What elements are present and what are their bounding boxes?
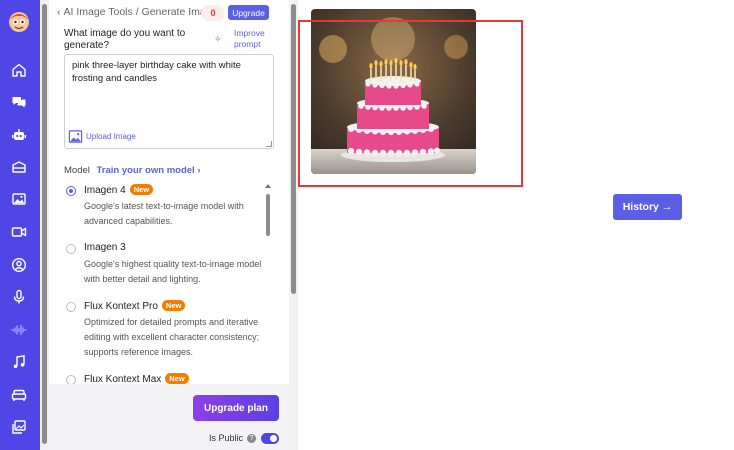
waveform-icon[interactable] — [10, 321, 28, 339]
model-name: Flux Kontext Max — [84, 374, 162, 384]
upload-image-icon — [68, 130, 83, 143]
history-button[interactable]: History → — [613, 194, 682, 220]
breadcrumb-separator: / — [135, 6, 139, 18]
is-public-toggle[interactable] — [261, 433, 279, 444]
upload-image-button[interactable]: Upload Image — [68, 129, 136, 144]
model-label: Model — [64, 165, 90, 176]
scrollbar-thumb[interactable] — [42, 4, 47, 444]
credits-count-badge: 0 — [201, 5, 225, 21]
back-chevron-icon[interactable]: ‹ — [57, 6, 61, 18]
mic-icon[interactable] — [10, 288, 28, 306]
gallery-icon[interactable] — [10, 418, 28, 436]
scrollbar-thumb[interactable] — [266, 194, 270, 236]
upgrade-button[interactable]: Upgrade — [228, 5, 269, 20]
home-icon[interactable] — [10, 61, 28, 79]
app-logo-icon[interactable] — [5, 8, 33, 34]
model-list-scrollbar[interactable] — [264, 182, 272, 384]
radio-unselected[interactable] — [66, 375, 76, 384]
image-icon[interactable] — [10, 190, 28, 208]
radio-unselected[interactable] — [66, 302, 76, 312]
prompt-question-label: What image do you want to generate? — [64, 28, 186, 51]
is-public-label: Is Public — [209, 433, 244, 443]
model-description: Google's highest quality text-to-image m… — [84, 259, 262, 284]
scrollbar-thumb[interactable] — [291, 4, 296, 294]
highlight-box — [298, 20, 523, 187]
left-nav-rail — [0, 0, 40, 450]
model-name-wrap: Imagen 4 New — [84, 184, 154, 196]
model-name: Imagen 4 — [84, 185, 126, 196]
train-own-model-link[interactable]: Train your own model › — [97, 165, 201, 176]
model-list: Imagen 4 New Google's latest text-to-imag… — [64, 180, 264, 384]
prompt-text-value[interactable]: pink three-layer birthday cake with whit… — [72, 59, 262, 85]
new-badge: New — [161, 300, 186, 311]
breadcrumb-parent-link[interactable]: AI Image Tools — [64, 6, 133, 18]
model-header: Model Train your own model › — [64, 165, 201, 176]
new-badge: New — [165, 373, 189, 384]
radio-unselected[interactable] — [66, 244, 76, 254]
sparkle-icon: ✧ — [214, 34, 222, 44]
music-icon[interactable] — [10, 353, 28, 371]
upload-image-label: Upload Image — [86, 132, 136, 141]
model-name-wrap: Flux Kontext Max New — [84, 373, 189, 384]
resize-handle[interactable] — [266, 141, 272, 147]
layers-icon[interactable] — [10, 158, 28, 176]
sofa-icon[interactable] — [10, 386, 28, 404]
improve-prompt-label: Improve prompt — [234, 28, 265, 49]
breadcrumb: ‹AI Image Tools / Generate Imag — [57, 6, 202, 18]
model-description: Optimized for detailed prompts and itera… — [84, 317, 260, 357]
radio-selected[interactable] — [66, 186, 76, 196]
new-badge: New — [129, 184, 154, 195]
robot-icon[interactable] — [10, 126, 28, 144]
prompt-textarea[interactable]: pink three-layer birthday cake with whit… — [64, 54, 274, 149]
model-description: Google's latest text-to-image model with… — [84, 201, 244, 226]
user-icon[interactable] — [10, 256, 28, 274]
scroll-up-arrow-icon[interactable] — [265, 184, 271, 188]
video-icon[interactable] — [10, 223, 28, 241]
upgrade-plan-button[interactable]: Upgrade plan — [193, 395, 279, 421]
breadcrumb-current: Generate Imag — [141, 6, 202, 18]
chat-icon[interactable] — [10, 93, 28, 111]
model-name-wrap: Flux Kontext Pro New — [84, 300, 186, 312]
help-icon[interactable]: ? — [247, 434, 256, 443]
model-name: Flux Kontext Pro — [84, 301, 158, 312]
sidebar-scrollbar[interactable] — [40, 0, 49, 450]
panel-scrollbar[interactable] — [289, 0, 298, 450]
model-name: Imagen 3 — [84, 242, 126, 253]
